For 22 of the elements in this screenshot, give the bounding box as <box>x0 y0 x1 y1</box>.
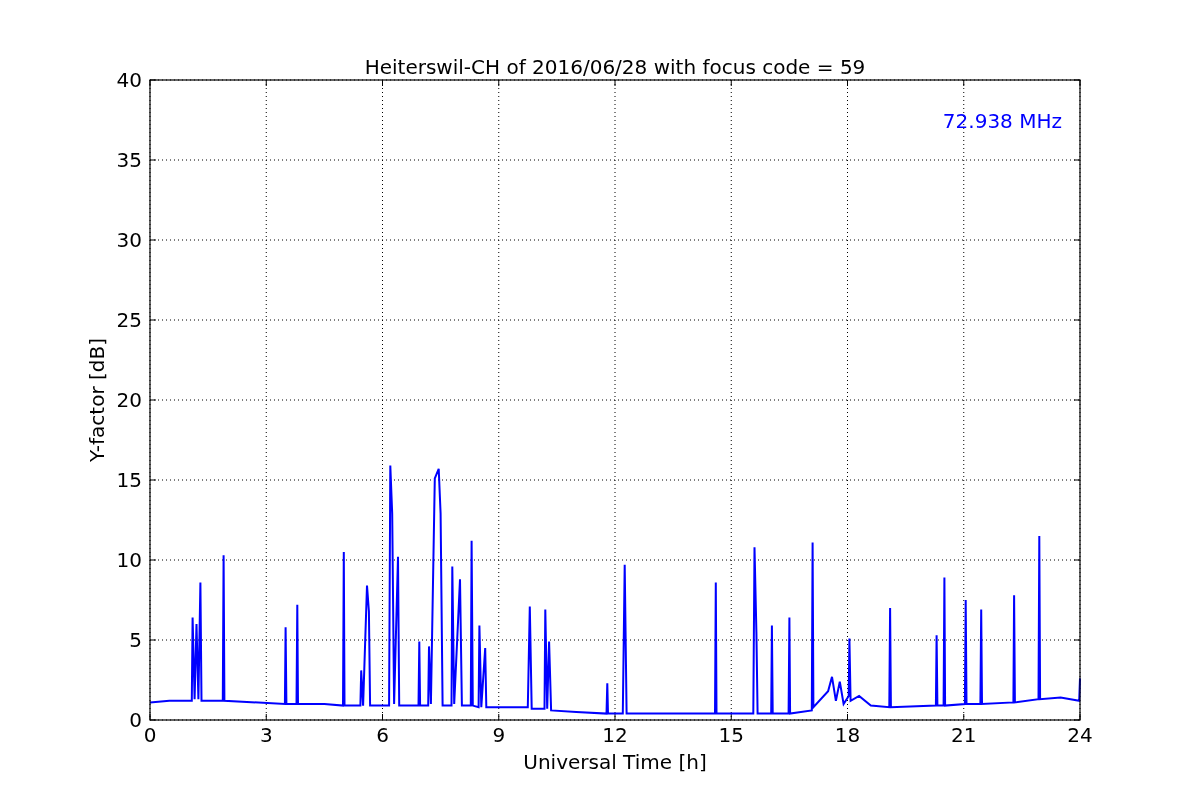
axis-label: Universal Time [h] <box>523 750 707 774</box>
tick-label: 20 <box>116 388 142 412</box>
tick-label: 15 <box>718 723 744 747</box>
tick-label: 0 <box>129 708 142 732</box>
tick-label: 30 <box>116 228 142 252</box>
tick-label: 15 <box>116 468 142 492</box>
tick-label: 10 <box>116 548 142 572</box>
tick-label: 35 <box>116 148 142 172</box>
tick-label: 0 <box>143 723 157 747</box>
tick-label: 6 <box>376 723 389 747</box>
tick-label: 24 <box>1067 723 1093 747</box>
tick-label: 18 <box>834 723 861 747</box>
tick-label: 12 <box>602 723 628 747</box>
chart-title: Heiterswil-CH of 2016/06/28 with focus code = 59 <box>364 55 866 79</box>
tick-label: 9 <box>492 723 506 747</box>
tick-label: 3 <box>259 723 273 747</box>
tick-label: 40 <box>116 68 142 92</box>
series-label: 72.938 MHz <box>942 109 1062 133</box>
tick-label: 21 <box>951 723 977 747</box>
tick-label: 25 <box>116 308 142 332</box>
tick-label: 5 <box>129 628 142 652</box>
axis-label: Y-factor [dB] <box>85 338 109 462</box>
